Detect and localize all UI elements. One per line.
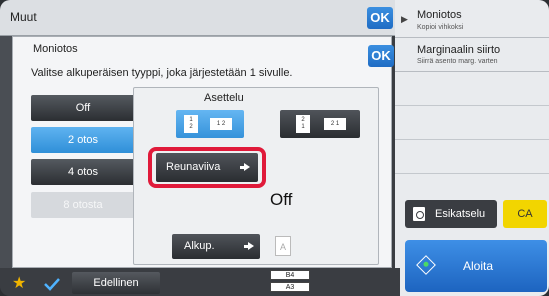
border-line-button[interactable]: Reunaviiva bbox=[156, 153, 258, 182]
layout-page-icon: 21 bbox=[296, 115, 310, 133]
border-line-value: Off bbox=[270, 190, 293, 209]
preview-label: Esikatselu bbox=[435, 208, 486, 220]
preview-button[interactable]: Esikatselu bbox=[405, 200, 497, 228]
preview-icon bbox=[413, 207, 425, 221]
paper-size-b4: B4 bbox=[270, 270, 310, 280]
page-number: 2 bbox=[221, 121, 226, 127]
play-icon: ▶ bbox=[401, 14, 408, 24]
layout-option-2-1[interactable]: 21 2 1 bbox=[280, 110, 360, 138]
original-orientation-icon: A bbox=[275, 236, 291, 256]
arrow-right-icon bbox=[244, 242, 254, 250]
right-item-marginaalin-siirto[interactable]: Marginaalin siirto Siirrä asento marg. v… bbox=[395, 38, 549, 72]
back-button[interactable]: Edellinen bbox=[72, 272, 160, 294]
option-off-button[interactable]: Off bbox=[31, 95, 135, 121]
page-number: 1 bbox=[189, 117, 193, 123]
option-8-otosta-button[interactable]: 8 otosta bbox=[31, 192, 135, 218]
start-label: Aloita bbox=[463, 259, 494, 273]
paper-size-a3: A3 bbox=[270, 282, 310, 292]
page-number: 1 bbox=[216, 121, 221, 127]
top-ok-button[interactable]: OK bbox=[367, 7, 393, 29]
right-item-empty bbox=[395, 140, 549, 174]
start-icon bbox=[416, 255, 436, 275]
start-button[interactable]: Aloita bbox=[405, 240, 547, 292]
layout-sheet-icon: 2 1 bbox=[324, 118, 346, 130]
left-strip bbox=[0, 36, 12, 268]
page-number: 2 bbox=[330, 121, 335, 127]
clear-all-button[interactable]: CA bbox=[503, 200, 547, 228]
star-icon[interactable]: ★ bbox=[12, 273, 26, 293]
top-bar: Muut OK bbox=[0, 0, 395, 36]
right-item-empty bbox=[395, 106, 549, 140]
border-line-label: Reunaviiva bbox=[166, 161, 221, 173]
original-label: Alkup. bbox=[184, 240, 215, 252]
page-number: 2 bbox=[189, 124, 193, 130]
option-4-otos-button[interactable]: 4 otos bbox=[31, 159, 135, 185]
dialog-ok-button[interactable]: OK bbox=[368, 45, 394, 67]
original-button[interactable]: Alkup. bbox=[172, 234, 260, 259]
layout-title: Asettelu bbox=[204, 92, 244, 104]
right-item-empty bbox=[395, 72, 549, 106]
layout-option-1-2[interactable]: 12 1 2 bbox=[176, 110, 244, 138]
right-item-title: Marginaalin siirto bbox=[417, 44, 501, 56]
layout-page-icon: 12 bbox=[184, 115, 198, 133]
dialog-instruction: Valitse alkuperäisen tyyppi, joka järjes… bbox=[31, 67, 293, 79]
copier-screen: Muut OK ▶ Moniotos Kopioi vihkoksi Margi… bbox=[0, 0, 549, 296]
paper-size-indicator: B4 A3 bbox=[262, 270, 318, 294]
option-2-otos-button[interactable]: 2 otos bbox=[31, 127, 135, 153]
top-bar-title: Muut bbox=[10, 10, 37, 24]
page-number: 2 bbox=[301, 117, 305, 123]
page-number: 1 bbox=[301, 124, 305, 130]
right-item-moniotos[interactable]: ▶ Moniotos Kopioi vihkoksi bbox=[395, 0, 549, 38]
arrow-right-icon bbox=[240, 163, 250, 171]
right-item-subtitle: Siirrä asento marg. varten bbox=[417, 58, 498, 65]
check-icon[interactable] bbox=[42, 276, 62, 292]
right-item-subtitle: Kopioi vihkoksi bbox=[417, 24, 464, 31]
right-item-title: Moniotos bbox=[417, 9, 462, 21]
dialog-title: Moniotos bbox=[33, 43, 78, 55]
layout-sheet-icon: 1 2 bbox=[210, 118, 232, 130]
page-number: 1 bbox=[335, 121, 340, 127]
